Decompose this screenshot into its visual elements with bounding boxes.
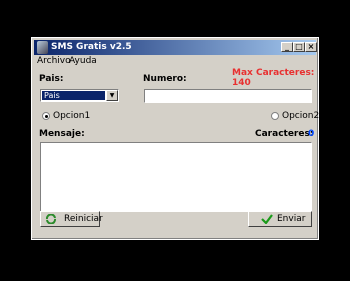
minimize-button[interactable]: _: [281, 42, 293, 52]
caracteres-count: 0: [308, 129, 315, 139]
menu-ayuda[interactable]: Ayuda: [69, 56, 97, 66]
numero-label: Numero:: [143, 74, 187, 84]
pais-label: Pais:: [39, 74, 64, 84]
window-title: SMS Gratis v2.5: [51, 42, 132, 52]
caracteres-label: Caracteres:: [255, 129, 314, 139]
app-window: SMS Gratis v2.5 _ □ × Archivo Ayuda Pais…: [31, 37, 319, 240]
reiniciar-label: Reiniciar: [64, 214, 103, 224]
enviar-label: Enviar: [277, 214, 306, 224]
opcion2-radio[interactable]: [271, 112, 279, 120]
enviar-button[interactable]: Enviar: [248, 211, 312, 227]
menu-archivo[interactable]: Archivo: [37, 56, 71, 66]
maximize-button[interactable]: □: [293, 42, 305, 52]
menu-bar: Archivo Ayuda: [34, 55, 316, 68]
mensaje-textarea[interactable]: [40, 142, 312, 212]
refresh-icon: [46, 214, 56, 224]
pais-selected-value: Pais: [42, 91, 105, 100]
mensaje-label: Mensaje:: [39, 129, 85, 139]
checkmark-icon: [261, 214, 273, 224]
reiniciar-button[interactable]: Reiniciar: [40, 211, 103, 227]
chevron-down-icon[interactable]: ▼: [106, 90, 118, 101]
close-button[interactable]: ×: [305, 42, 317, 52]
numero-input[interactable]: [144, 89, 312, 103]
app-icon: [37, 41, 48, 54]
max-characters-label: Max Caracteres: 140: [232, 68, 315, 88]
opcion2-label[interactable]: Opcion2: [282, 111, 319, 121]
opcion1-label[interactable]: Opcion1: [53, 111, 90, 121]
opcion1-radio[interactable]: [42, 112, 50, 120]
pais-select[interactable]: Pais ▼: [40, 89, 119, 102]
title-bar[interactable]: SMS Gratis v2.5 _ □ ×: [34, 40, 317, 55]
